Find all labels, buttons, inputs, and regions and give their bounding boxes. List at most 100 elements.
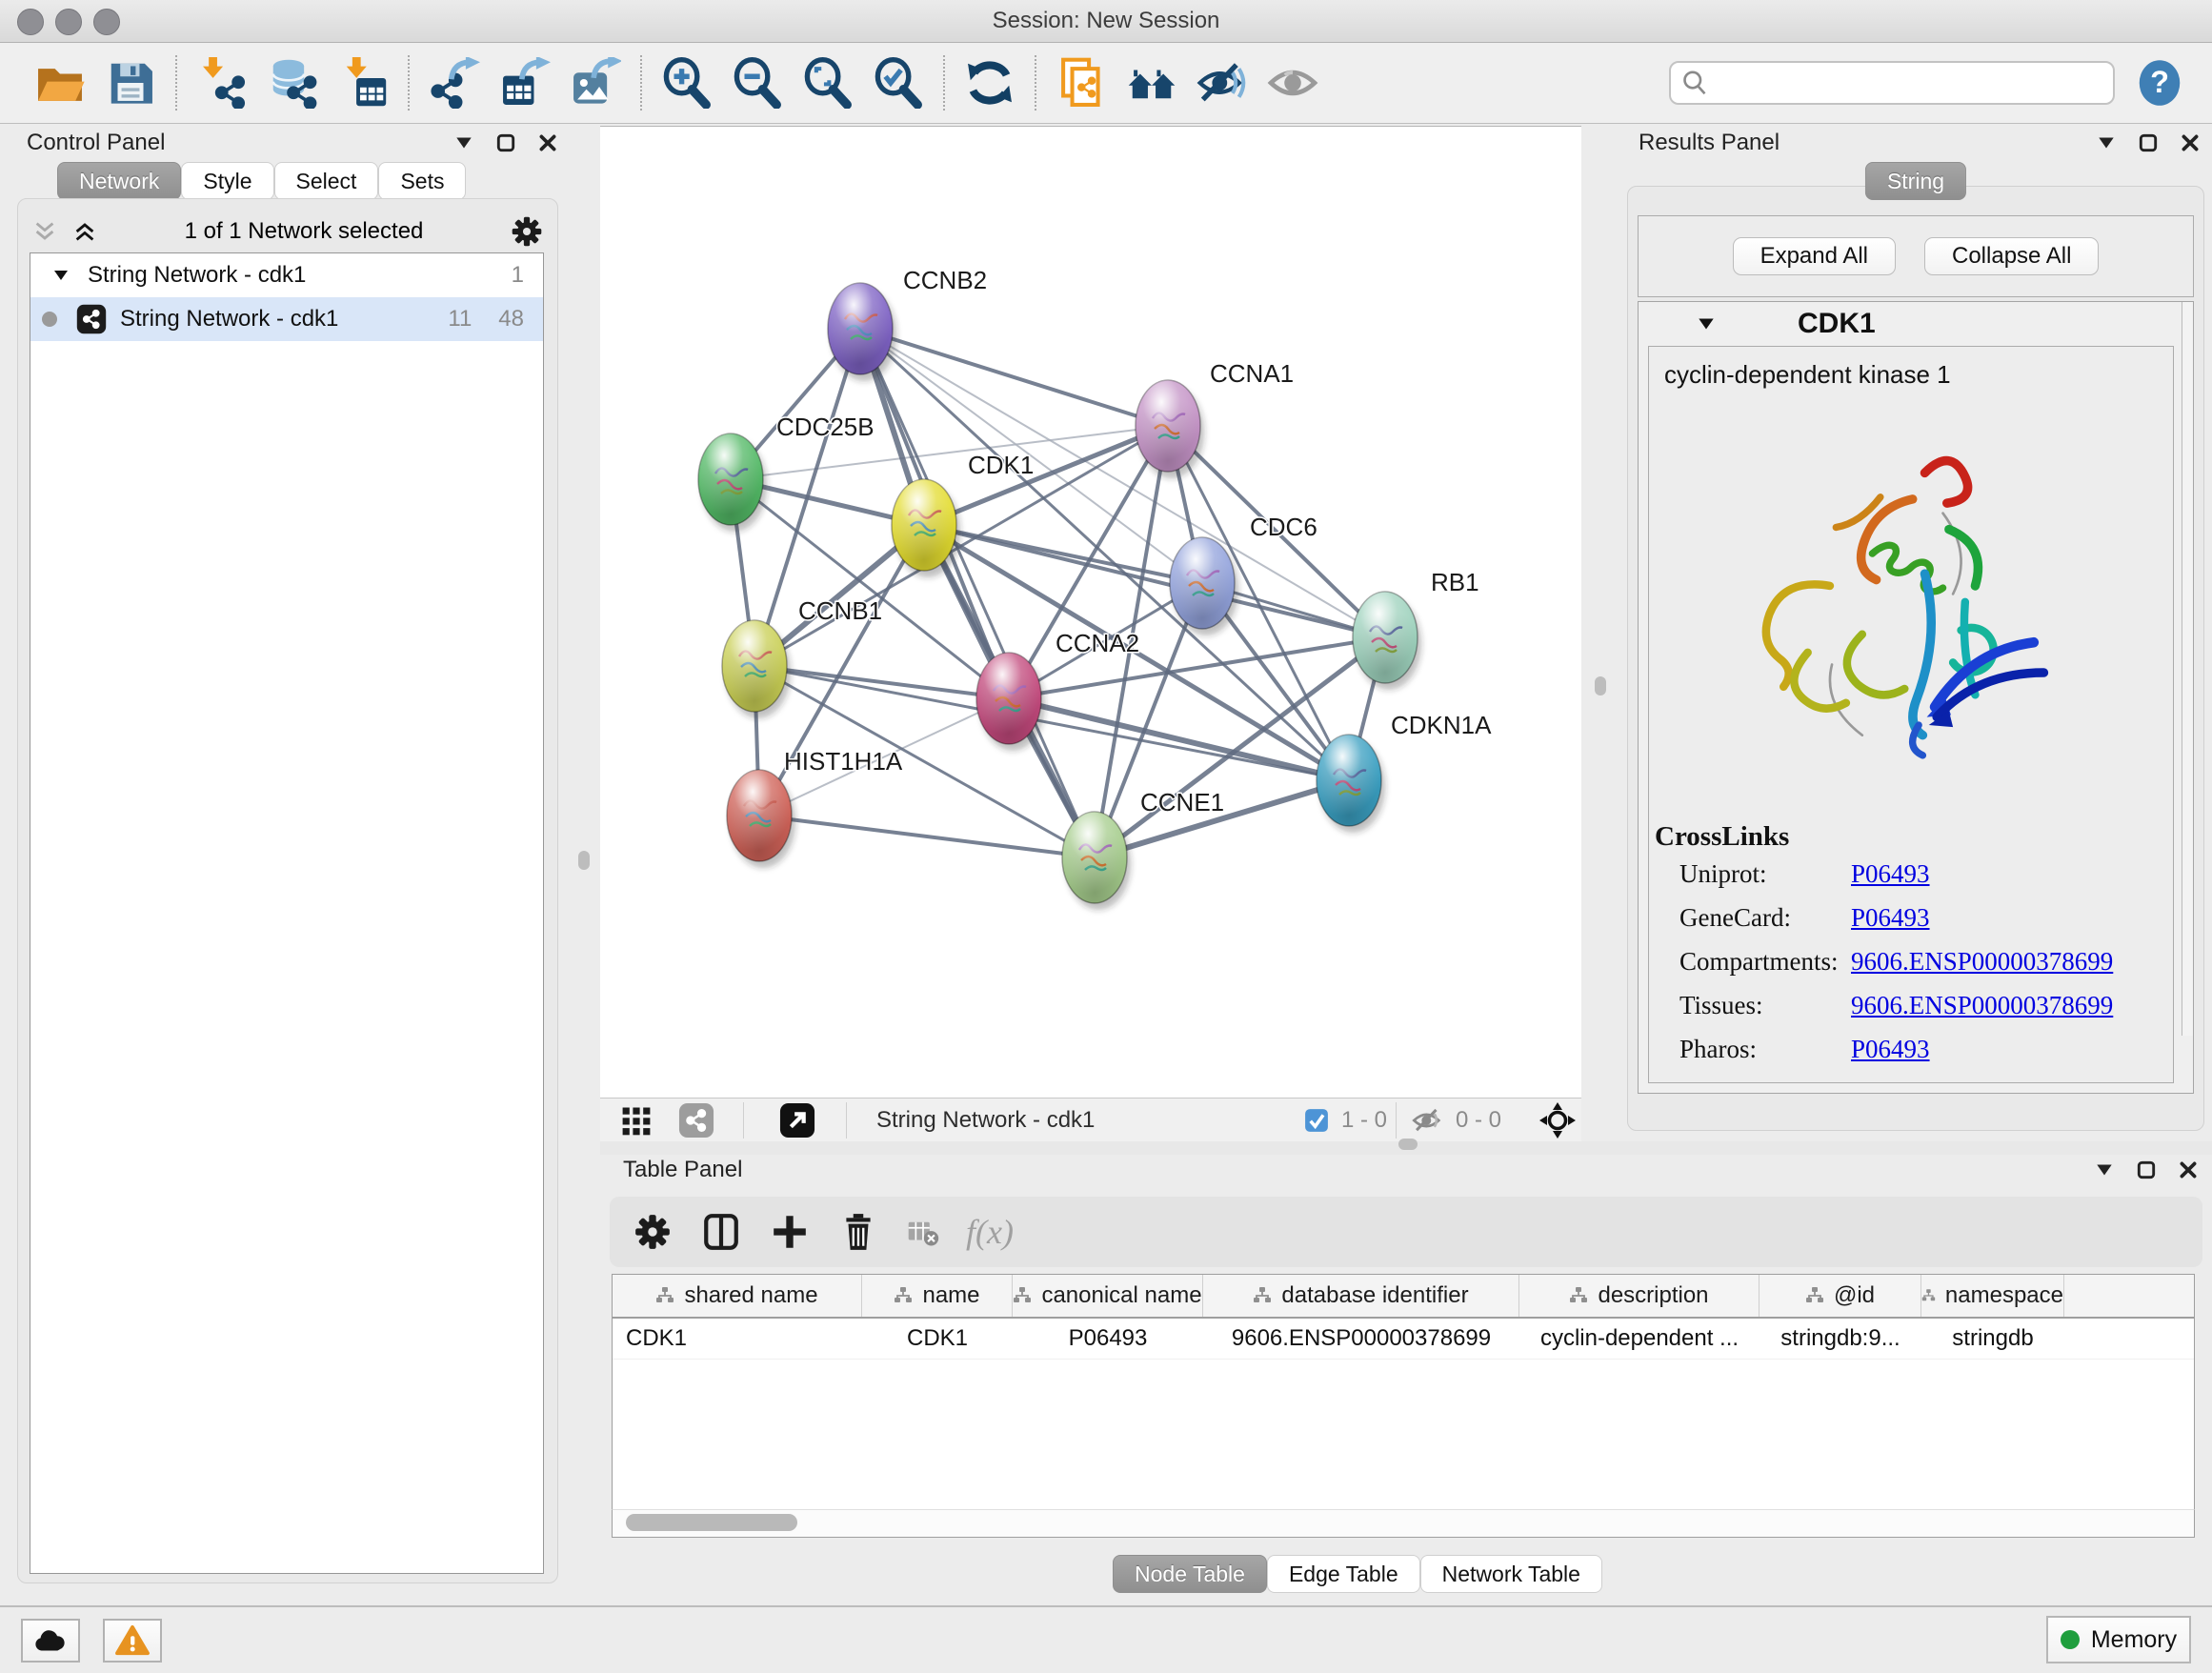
import-network-database-button[interactable] bbox=[265, 55, 320, 111]
help-button[interactable]: ? bbox=[2136, 59, 2183, 107]
crosslink-link[interactable]: P06493 bbox=[1851, 859, 1930, 888]
crosslink-link[interactable]: 9606.ENSP00000378699 bbox=[1851, 991, 2113, 1019]
tab-node-table[interactable]: Node Table bbox=[1113, 1555, 1267, 1593]
table-hscrollbar[interactable] bbox=[612, 1509, 2195, 1538]
warnings-button[interactable] bbox=[103, 1619, 162, 1663]
tab-edge-table[interactable]: Edge Table bbox=[1267, 1555, 1420, 1593]
panel-menu-icon[interactable] bbox=[2096, 132, 2117, 153]
detach-view-button[interactable] bbox=[779, 1102, 815, 1139]
zoom-fit-button[interactable] bbox=[800, 55, 855, 111]
crosslink-link[interactable]: P06493 bbox=[1851, 903, 1930, 932]
node-table[interactable]: shared namenamecanonical namedatabase id… bbox=[612, 1274, 2195, 1510]
edge-CCNB1-CCNA2[interactable] bbox=[754, 666, 1009, 698]
column-header-shared-name[interactable]: shared name bbox=[613, 1275, 862, 1317]
memory-button[interactable]: Memory bbox=[2046, 1616, 2191, 1663]
search-input[interactable] bbox=[1709, 69, 2113, 97]
close-panel-icon[interactable] bbox=[537, 132, 558, 153]
column-header-name[interactable]: name bbox=[862, 1275, 1013, 1317]
zoom-in-button[interactable] bbox=[659, 55, 714, 111]
gear-icon[interactable] bbox=[510, 214, 544, 249]
grid-view-button[interactable] bbox=[619, 1102, 654, 1139]
tab-select[interactable]: Select bbox=[274, 162, 379, 200]
selected-indicator[interactable]: 1 - 0 bbox=[1303, 1102, 1387, 1139]
show-columns-button[interactable] bbox=[699, 1210, 743, 1254]
table-cell[interactable]: stringdb bbox=[1921, 1319, 2064, 1359]
tab-string[interactable]: String bbox=[1865, 162, 1966, 200]
table-cell[interactable]: P06493 bbox=[1013, 1319, 1203, 1359]
hidden-indicator[interactable]: 0 - 0 bbox=[1412, 1102, 1501, 1139]
panel-menu-icon[interactable] bbox=[2094, 1159, 2115, 1180]
collapse-all-icon[interactable] bbox=[31, 218, 58, 245]
table-row[interactable]: CDK1CDK1P064939606.ENSP00000378699cyclin… bbox=[613, 1319, 2194, 1360]
apply-style-refresh-button[interactable] bbox=[962, 55, 1017, 111]
node-CCNB1[interactable] bbox=[722, 620, 791, 718]
close-panel-icon[interactable] bbox=[2178, 1159, 2199, 1180]
create-column-button[interactable] bbox=[768, 1210, 812, 1254]
table-cell[interactable]: cyclin-dependent ... bbox=[1519, 1319, 1760, 1359]
tab-network[interactable]: Network bbox=[57, 162, 181, 200]
first-neighbors-button[interactable] bbox=[1124, 55, 1179, 111]
tab-network-table[interactable]: Network Table bbox=[1420, 1555, 1602, 1593]
node-CDC6[interactable] bbox=[1170, 537, 1238, 635]
table-cell[interactable]: 9606.ENSP00000378699 bbox=[1203, 1319, 1519, 1359]
table-options-button[interactable] bbox=[631, 1210, 674, 1254]
network-row[interactable]: String Network - cdk1 11 48 bbox=[30, 297, 543, 341]
crosslink-link[interactable]: 9606.ENSP00000378699 bbox=[1851, 947, 2113, 976]
node-CCNA2[interactable] bbox=[976, 653, 1045, 751]
expand-all-button[interactable]: Expand All bbox=[1733, 237, 1896, 275]
birdseye-toggle-button[interactable] bbox=[1538, 1102, 1577, 1139]
export-table-button[interactable] bbox=[497, 55, 553, 111]
column-header--id[interactable]: @id bbox=[1760, 1275, 1921, 1317]
expand-all-icon[interactable] bbox=[71, 218, 98, 245]
export-network-button[interactable] bbox=[427, 55, 482, 111]
tab-sets[interactable]: Sets bbox=[378, 162, 466, 200]
left-splitter[interactable] bbox=[568, 124, 600, 1605]
edge-CDK1-RB1[interactable] bbox=[924, 525, 1385, 637]
float-panel-icon[interactable] bbox=[2136, 1159, 2157, 1180]
edge-CCNB2-RB1[interactable] bbox=[860, 329, 1385, 637]
table-cell[interactable]: CDK1 bbox=[862, 1319, 1013, 1359]
right-splitter[interactable] bbox=[1581, 124, 1619, 1155]
collapse-all-button[interactable]: Collapse All bbox=[1924, 237, 2099, 275]
right-splitter-handle[interactable] bbox=[1595, 676, 1606, 695]
table-splitter-handle[interactable] bbox=[1398, 1139, 1418, 1150]
hide-selected-button[interactable] bbox=[1195, 55, 1250, 111]
float-panel-icon[interactable] bbox=[495, 132, 516, 153]
float-panel-icon[interactable] bbox=[2138, 132, 2159, 153]
edge-CCNB2-CCNA1[interactable] bbox=[860, 329, 1168, 426]
close-panel-icon[interactable] bbox=[2180, 132, 2201, 153]
column-header-canonical-name[interactable]: canonical name bbox=[1013, 1275, 1203, 1317]
node-CDKN1A[interactable] bbox=[1317, 735, 1385, 833]
search-box[interactable] bbox=[1669, 61, 2115, 105]
network-view-mode-button[interactable] bbox=[678, 1102, 714, 1139]
table-hscroll-thumb[interactable] bbox=[626, 1514, 797, 1531]
import-table-file-button[interactable] bbox=[335, 55, 391, 111]
table-cell[interactable]: stringdb:9... bbox=[1760, 1319, 1921, 1359]
column-header-database-identifier[interactable]: database identifier bbox=[1203, 1275, 1519, 1317]
edge-HIST1H1A-CCNE1[interactable] bbox=[759, 816, 1095, 857]
node-HIST1H1A[interactable] bbox=[727, 770, 795, 868]
network-canvas[interactable]: CCNB2CCNA1CDC25BCDK1CDC6RB1CCNB1CCNA2CDK… bbox=[600, 126, 1581, 1099]
gene-section-header[interactable]: CDK1 bbox=[1639, 302, 2193, 346]
zoom-out-button[interactable] bbox=[730, 55, 785, 111]
table-splitter[interactable] bbox=[600, 1141, 2212, 1155]
node-CCNE1[interactable] bbox=[1062, 812, 1131, 910]
delete-column-button[interactable] bbox=[836, 1210, 880, 1254]
gene-scrollbar[interactable] bbox=[2182, 302, 2193, 1036]
node-CCNB2[interactable] bbox=[828, 283, 896, 381]
gene-expander-icon[interactable] bbox=[1696, 313, 1717, 334]
left-splitter-handle[interactable] bbox=[578, 851, 590, 870]
import-network-file-button[interactable] bbox=[194, 55, 250, 111]
crosslink-link[interactable]: P06493 bbox=[1851, 1035, 1930, 1063]
network-collection-row[interactable]: String Network - cdk1 1 bbox=[30, 253, 543, 297]
tab-style[interactable]: Style bbox=[181, 162, 273, 200]
collection-expander-icon[interactable] bbox=[51, 266, 70, 285]
cloud-button[interactable] bbox=[21, 1619, 80, 1663]
column-header-namespace[interactable]: namespace bbox=[1921, 1275, 2064, 1317]
panel-menu-icon[interactable] bbox=[453, 132, 474, 153]
clone-network-button[interactable] bbox=[1054, 55, 1109, 111]
node-RB1[interactable] bbox=[1353, 592, 1421, 690]
column-header-description[interactable]: description bbox=[1519, 1275, 1760, 1317]
zoom-selected-button[interactable] bbox=[871, 55, 926, 111]
export-image-button[interactable] bbox=[568, 55, 623, 111]
